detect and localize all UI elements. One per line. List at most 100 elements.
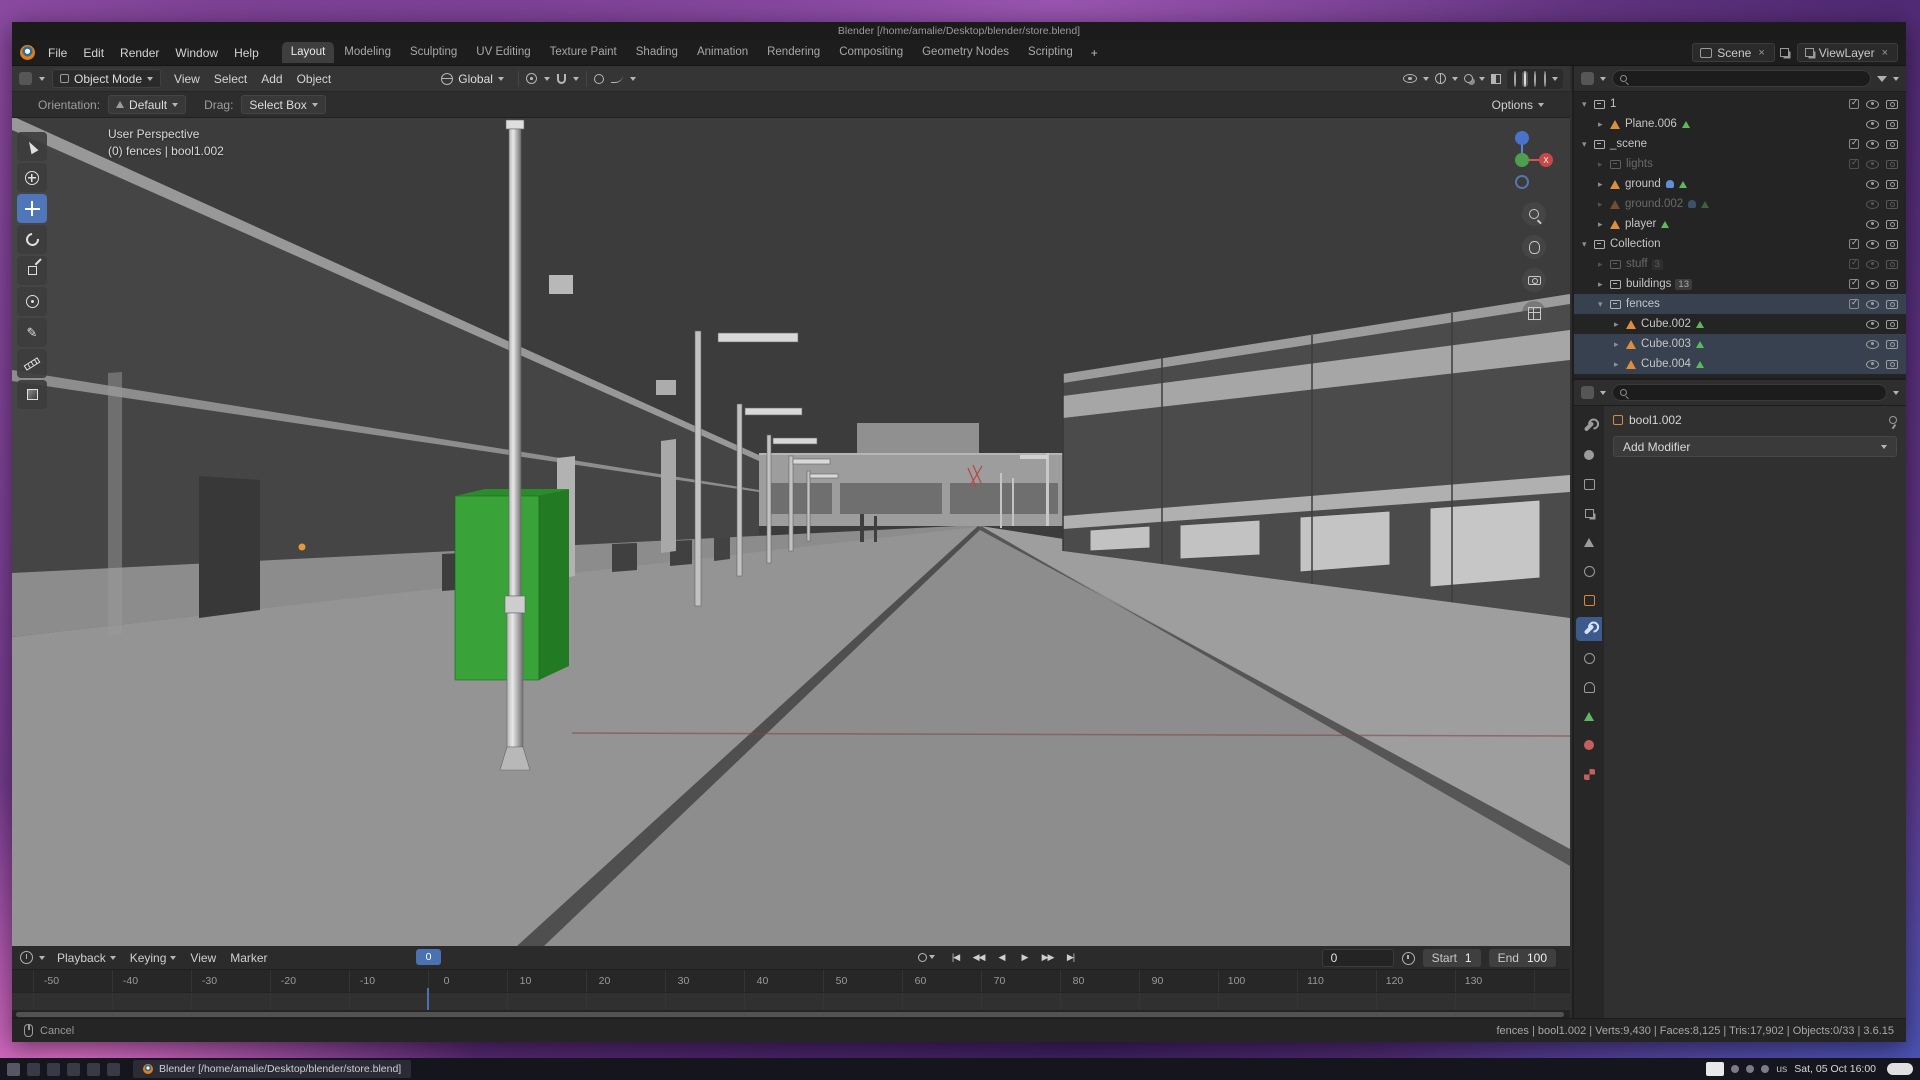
- rendered-shading-icon[interactable]: [1544, 71, 1546, 87]
- outliner-item-label[interactable]: Cube.004: [1641, 358, 1691, 370]
- editor-type-icon[interactable]: [19, 72, 32, 85]
- outliner-item-label[interactable]: player: [1625, 218, 1656, 230]
- ruler-tick-label[interactable]: 70: [960, 975, 1039, 987]
- outliner-item-label[interactable]: Cube.002: [1641, 318, 1691, 330]
- exclude-checkbox[interactable]: [1849, 139, 1859, 149]
- chevron-down-icon[interactable]: [1479, 77, 1485, 81]
- outliner-item-label[interactable]: Collection: [1610, 238, 1661, 250]
- chevron-down-icon[interactable]: [630, 77, 636, 81]
- annotate-tool-button[interactable]: [17, 318, 47, 347]
- chevron-down-icon[interactable]: [1893, 77, 1899, 81]
- outliner-item-label[interactable]: lights: [1626, 158, 1653, 170]
- mode-dropdown[interactable]: Object Mode: [52, 69, 161, 88]
- measure-tool-button[interactable]: [17, 349, 47, 378]
- unlink-scene-button[interactable]: ×: [1756, 47, 1766, 59]
- ruler-tick-label[interactable]: 40: [723, 975, 802, 987]
- remove-viewlayer-button[interactable]: ×: [1880, 47, 1890, 59]
- disable-in-render-icon[interactable]: [1886, 160, 1898, 169]
- outliner-row[interactable]: Cube.004: [1574, 354, 1906, 374]
- transport-button[interactable]: ▶▶: [1037, 948, 1058, 966]
- ortho-toggle-button[interactable]: [1522, 301, 1546, 325]
- hide-in-viewport-icon[interactable]: [1866, 160, 1879, 169]
- ruler-tick-label[interactable]: 130: [1434, 975, 1513, 987]
- hide-in-viewport-icon[interactable]: [1866, 320, 1879, 329]
- outliner-row[interactable]: fences: [1574, 294, 1906, 314]
- zoom-button[interactable]: [1522, 202, 1546, 226]
- blender-window-button[interactable]: Blender [/home/amalie/Desktop/blender/st…: [133, 1060, 411, 1078]
- tab-view-layer[interactable]: [1576, 501, 1602, 525]
- workspace-tab[interactable]: Texture Paint: [541, 42, 626, 63]
- disable-in-render-icon[interactable]: [1886, 220, 1898, 229]
- workspace-tab[interactable]: Scripting: [1019, 42, 1082, 63]
- tab-modifiers[interactable]: [1576, 617, 1602, 641]
- outliner-item-label[interactable]: _scene: [1610, 138, 1647, 150]
- menu-item[interactable]: Help: [227, 44, 266, 62]
- disable-in-render-icon[interactable]: [1886, 180, 1898, 189]
- chevron-down-icon[interactable]: [544, 77, 550, 81]
- workspace-tab[interactable]: Modeling: [335, 42, 400, 63]
- menu-item[interactable]: Window: [168, 44, 225, 62]
- timeline-menu-item[interactable]: Marker: [224, 949, 273, 967]
- disclosure-triangle-icon[interactable]: [1614, 359, 1626, 370]
- outliner-item-label[interactable]: Plane.006: [1625, 118, 1677, 130]
- disclosure-triangle-icon[interactable]: [1582, 139, 1594, 150]
- clock[interactable]: Sat, 05 Oct 16:00: [1794, 1063, 1876, 1075]
- chevron-down-icon[interactable]: [1423, 77, 1429, 81]
- disclosure-triangle-icon[interactable]: [1614, 339, 1626, 350]
- snap-settings-chevron-icon[interactable]: [573, 77, 579, 81]
- ruler-tick-label[interactable]: 50: [802, 975, 881, 987]
- camera-view-button[interactable]: [1522, 268, 1546, 292]
- editor-type-chevron-icon[interactable]: [39, 77, 45, 81]
- disable-in-render-icon[interactable]: [1886, 200, 1898, 209]
- hide-in-viewport-icon[interactable]: [1866, 280, 1879, 289]
- tray-indicator[interactable]: [1706, 1062, 1724, 1076]
- keyboard-layout-indicator[interactable]: us: [1776, 1063, 1787, 1075]
- outliner-row[interactable]: Cube.003: [1574, 334, 1906, 354]
- ruler-tick-label[interactable]: 100: [1197, 975, 1276, 987]
- outliner-item-label[interactable]: fences: [1626, 298, 1660, 310]
- ruler-tick-label[interactable]: -20: [249, 975, 328, 987]
- properties-search[interactable]: [1612, 384, 1887, 401]
- disclosure-triangle-icon[interactable]: [1598, 219, 1610, 230]
- hide-in-viewport-icon[interactable]: [1866, 260, 1879, 269]
- outliner-row[interactable]: stuff 3: [1574, 254, 1906, 274]
- ruler-tick-label[interactable]: 60: [881, 975, 960, 987]
- xray-toggle-icon[interactable]: [1491, 74, 1501, 84]
- pin-icon[interactable]: [1889, 416, 1897, 424]
- ruler-tick-label[interactable]: 10: [486, 975, 565, 987]
- cursor-tool-button[interactable]: [17, 163, 47, 192]
- viewlayer-selector[interactable]: ViewLayer ×: [1797, 43, 1898, 62]
- tray-icon[interactable]: [1746, 1065, 1754, 1073]
- workspace-tab[interactable]: Rendering: [758, 42, 829, 63]
- ruler-tick-label[interactable]: 30: [644, 975, 723, 987]
- properties-search-input[interactable]: [1632, 387, 1879, 399]
- viewport-menu-item[interactable]: Add: [255, 70, 288, 88]
- menu-item[interactable]: Edit: [76, 44, 111, 62]
- viewport-menu-item[interactable]: View: [168, 70, 206, 88]
- scene-selector[interactable]: Scene ×: [1692, 43, 1774, 62]
- ruler-tick-label[interactable]: 0: [407, 975, 486, 987]
- outliner-row[interactable]: 1: [1574, 94, 1906, 114]
- taskbar-app-icon[interactable]: [27, 1063, 40, 1076]
- taskbar-app-icon[interactable]: [87, 1063, 100, 1076]
- rotate-tool-button[interactable]: [17, 225, 47, 254]
- outliner-row[interactable]: buildings 13: [1574, 274, 1906, 294]
- tab-object-data[interactable]: [1576, 704, 1602, 728]
- outliner-item-label[interactable]: Cube.003: [1641, 338, 1691, 350]
- playhead-tag[interactable]: 0: [416, 949, 441, 965]
- outliner-item-label[interactable]: stuff: [1626, 258, 1648, 270]
- ruler-tick-label[interactable]: -50: [12, 975, 91, 987]
- chevron-down-icon[interactable]: [1452, 77, 1458, 81]
- orientation-dropdown[interactable]: Default: [108, 95, 186, 114]
- outliner-item-label[interactable]: 1: [1610, 98, 1616, 110]
- disable-in-render-icon[interactable]: [1886, 100, 1898, 109]
- taskbar-app-icon[interactable]: [47, 1063, 60, 1076]
- ruler-tick-label[interactable]: -30: [170, 975, 249, 987]
- tab-object[interactable]: [1576, 588, 1602, 612]
- transform-tool-button[interactable]: [17, 287, 47, 316]
- viewport-menu-item[interactable]: Select: [208, 70, 253, 88]
- outliner-row[interactable]: player: [1574, 214, 1906, 234]
- disable-in-render-icon[interactable]: [1886, 360, 1898, 369]
- playhead-line[interactable]: [427, 988, 429, 1010]
- options-dropdown[interactable]: Options: [1492, 98, 1544, 112]
